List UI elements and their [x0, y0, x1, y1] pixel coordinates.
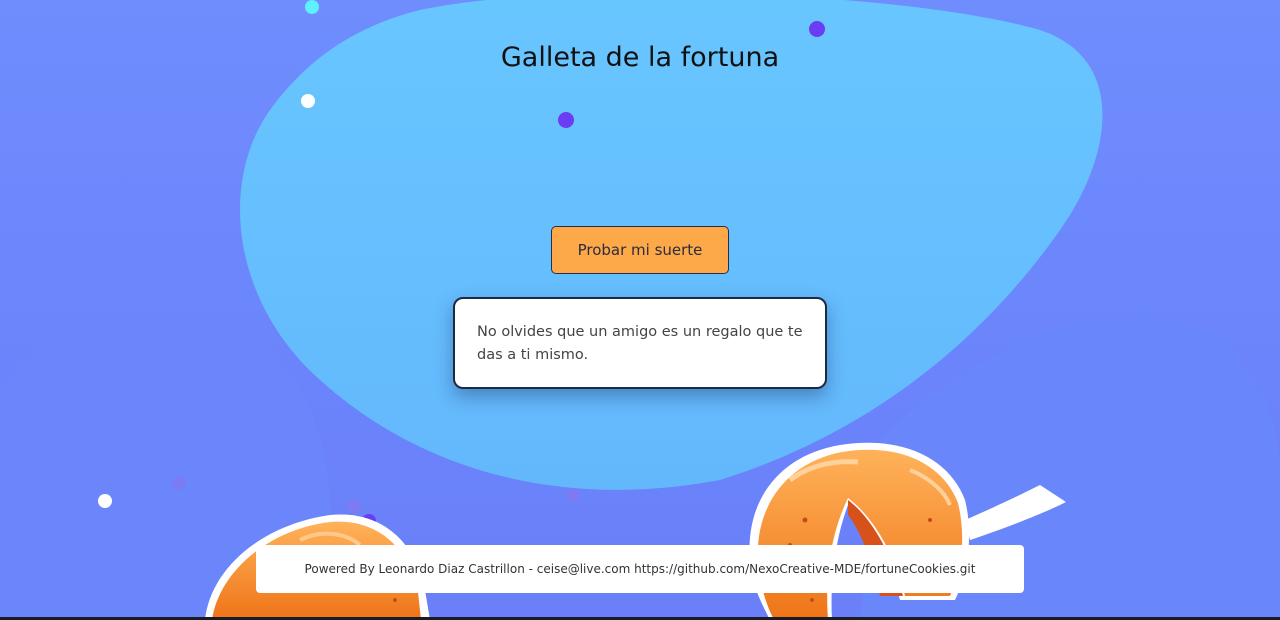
- footer-repo-link[interactable]: https://github.com/NexoCreative-MDE/fort…: [634, 562, 975, 576]
- decor-dot: [301, 94, 315, 108]
- try-luck-button[interactable]: Probar mi suerte: [551, 226, 729, 274]
- decor-dot: [347, 499, 361, 513]
- fortune-message: No olvides que un amigo es un regalo que…: [477, 324, 803, 363]
- fortune-card: No olvides que un amigo es un regalo que…: [453, 297, 827, 389]
- decor-dot: [809, 21, 825, 37]
- decor-dot: [172, 476, 186, 490]
- decor-dot: [98, 494, 112, 508]
- page-title: Galleta de la fortuna: [500, 42, 780, 73]
- footer-credit: Powered By Leonardo Diaz Castrillon - ce…: [304, 562, 635, 576]
- decor-dot: [566, 488, 580, 502]
- decor-dot: [558, 112, 574, 128]
- decor-dot: [305, 0, 319, 14]
- footer-bar: Powered By Leonardo Diaz Castrillon - ce…: [256, 545, 1024, 593]
